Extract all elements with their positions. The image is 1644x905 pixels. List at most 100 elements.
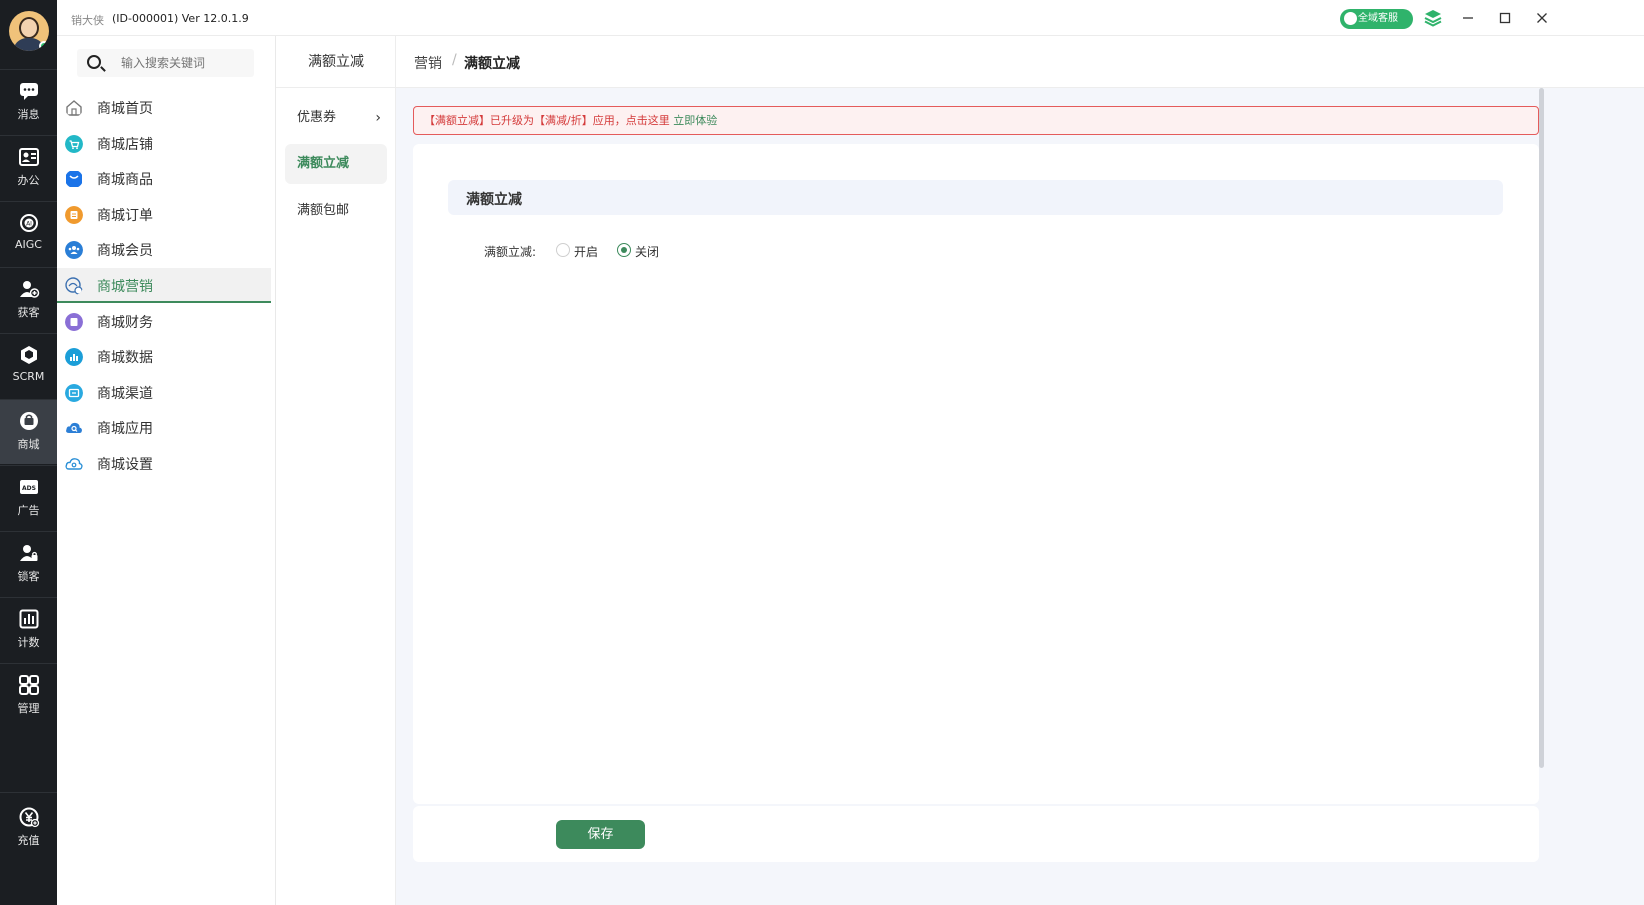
cloud-settings-icon bbox=[65, 458, 83, 470]
save-button[interactable]: 保存 bbox=[556, 820, 645, 849]
avatar-head bbox=[19, 17, 39, 39]
ai-icon: AI bbox=[19, 214, 38, 232]
rail-item-aigc[interactable]: AI AIGC bbox=[0, 202, 57, 266]
marketing-submenu: 满额立减 优惠券 › 满额立减 满额包邮 bbox=[276, 36, 396, 905]
rail-item-count[interactable]: 计数 bbox=[0, 598, 57, 662]
footer-bar: 保存 bbox=[413, 806, 1539, 862]
menu-item-shop-home[interactable]: 商城首页 bbox=[57, 90, 271, 125]
user-lock-icon bbox=[19, 545, 37, 561]
menu-item-shop-marketing[interactable]: 商城营销 bbox=[57, 268, 271, 303]
submenu-item-free-shipping[interactable]: 满额包邮 bbox=[285, 191, 387, 231]
menu-item-shop-finance[interactable]: 商城财务 bbox=[57, 304, 271, 339]
search-input[interactable] bbox=[121, 54, 246, 72]
user-plus-icon bbox=[19, 281, 39, 298]
menu-item-label: 商城设置 bbox=[97, 457, 153, 473]
menu-item-label: 商城商品 bbox=[97, 172, 153, 188]
section-header: 满额立减 bbox=[448, 180, 1503, 215]
menu-item-shop-products[interactable]: 商城商品 bbox=[57, 161, 271, 196]
menu-item-shop-members[interactable]: 商城会员 bbox=[57, 232, 271, 267]
submenu-item-coupons[interactable]: 优惠券 › bbox=[285, 98, 387, 138]
menu-item-label: 商城应用 bbox=[97, 421, 153, 437]
layers-icon[interactable] bbox=[1424, 9, 1442, 27]
home-icon bbox=[66, 100, 82, 116]
yen-icon bbox=[19, 807, 39, 828]
rail-item-label: AIGC bbox=[15, 238, 42, 251]
left-rail: 消息 办公 AI AIGC 获客 SCRM 商城 ADS 广告 锁客 计数 管理… bbox=[0, 0, 57, 905]
menu-item-label: 商城店铺 bbox=[97, 137, 153, 153]
shop-icon bbox=[19, 412, 38, 430]
rail-divider bbox=[0, 792, 57, 793]
breadcrumb: 营销 / 满额立减 bbox=[396, 36, 1644, 88]
contact-card-icon bbox=[18, 148, 39, 166]
bag-icon bbox=[66, 171, 82, 187]
radio-label: 关闭 bbox=[635, 245, 660, 259]
order-icon bbox=[65, 206, 83, 224]
upgrade-notice: 【满额立减】已升级为【满减/折】应用，点击这里 立即体验 bbox=[413, 106, 1539, 135]
version-info: (ID-000001) Ver 12.0.1.9 bbox=[112, 12, 249, 25]
full-reduction-label: 满额立减: bbox=[484, 245, 537, 259]
radio-circle[interactable] bbox=[556, 243, 570, 257]
search-box[interactable] bbox=[77, 49, 254, 77]
svg-text:AI: AI bbox=[26, 221, 32, 228]
app-name: 销大侠 bbox=[71, 14, 104, 27]
rail-item-label: 计数 bbox=[17, 636, 40, 649]
rail-item-recharge[interactable]: 充值 bbox=[0, 796, 57, 860]
online-status-dot bbox=[39, 41, 49, 51]
minimize-icon[interactable] bbox=[1459, 9, 1477, 27]
maximize-icon[interactable] bbox=[1496, 9, 1514, 27]
menu-item-label: 商城营销 bbox=[97, 279, 153, 295]
cart-icon bbox=[65, 135, 83, 153]
rail-item-lock-customer[interactable]: 锁客 bbox=[0, 532, 57, 596]
submenu-item-label: 满额立减 bbox=[297, 156, 350, 171]
menu-item-shop-store[interactable]: 商城店铺 bbox=[57, 126, 271, 161]
submenu-title: 满额立减 bbox=[276, 36, 396, 88]
members-icon bbox=[65, 241, 83, 259]
close-icon[interactable] bbox=[1533, 9, 1551, 27]
submenu-item-label: 优惠券 bbox=[297, 110, 337, 125]
menu-item-label: 商城首页 bbox=[97, 101, 153, 117]
rail-item-manage[interactable]: 管理 bbox=[0, 664, 57, 728]
customer-service-label: 全域客服 bbox=[1358, 13, 1398, 24]
rail-item-ads[interactable]: ADS 广告 bbox=[0, 466, 57, 530]
rail-item-scrm[interactable]: SCRM bbox=[0, 334, 57, 398]
cloud-search-icon bbox=[66, 422, 82, 433]
marketing-icon bbox=[65, 277, 83, 295]
settings-panel: 满额立减 满额立减: 开启 关闭 bbox=[413, 144, 1539, 804]
rail-item-acquire[interactable]: 获客 bbox=[0, 268, 57, 332]
menu-item-shop-data[interactable]: 商城数据 bbox=[57, 339, 271, 374]
rail-item-label: 商城 bbox=[17, 438, 40, 451]
try-now-link[interactable]: 立即体验 bbox=[673, 114, 717, 127]
menu-item-shop-orders[interactable]: 商城订单 bbox=[57, 197, 271, 232]
headset-icon bbox=[1344, 12, 1357, 25]
submenu-item-full-reduction[interactable]: 满额立减 bbox=[285, 144, 387, 184]
menu-item-shop-apps[interactable]: 商城应用 bbox=[57, 410, 271, 445]
chat-icon bbox=[19, 83, 38, 100]
rail-item-shop[interactable]: 商城 bbox=[0, 400, 57, 464]
customer-service-button[interactable]: 全域客服 bbox=[1340, 9, 1413, 29]
chevron-right-icon: › bbox=[375, 110, 381, 126]
rail-item-label: SCRM bbox=[12, 370, 45, 383]
notice-text: 【满额立减】已升级为【满减/折】应用，点击这里 bbox=[424, 114, 674, 127]
rail-item-messages[interactable]: 消息 bbox=[0, 70, 57, 134]
radio-circle[interactable] bbox=[617, 243, 631, 257]
radio-label: 开启 bbox=[574, 245, 599, 259]
svg-text:ADS: ADS bbox=[22, 485, 36, 492]
rail-item-label: 锁客 bbox=[17, 570, 40, 583]
rail-item-office[interactable]: 办公 bbox=[0, 136, 57, 200]
vertical-scrollbar[interactable] bbox=[1539, 88, 1544, 768]
title-bar: 销大侠 (ID-000001) Ver 12.0.1.9 全域客服 bbox=[57, 0, 1644, 36]
menu-item-shop-settings[interactable]: 商城设置 bbox=[57, 446, 271, 481]
breadcrumb-parent[interactable]: 营销 bbox=[414, 53, 442, 73]
cube-icon bbox=[20, 346, 37, 364]
submenu-item-label: 满额包邮 bbox=[297, 203, 350, 218]
main-content: 营销 / 满额立减 【满额立减】已升级为【满减/折】应用，点击这里 立即体验 满… bbox=[396, 36, 1644, 905]
app-window: 消息 办公 AI AIGC 获客 SCRM 商城 ADS 广告 锁客 计数 管理… bbox=[0, 0, 1644, 905]
menu-item-label: 商城订单 bbox=[97, 208, 153, 224]
shop-menu: 商城首页 商城店铺 商城商品 商城订单 商城会员 商城营销 商城财务 商城数据 bbox=[57, 36, 276, 905]
rail-item-label: 办公 bbox=[17, 174, 40, 187]
rail-item-label: 获客 bbox=[17, 306, 40, 319]
rail-item-label: 消息 bbox=[17, 108, 40, 121]
menu-item-label: 商城财务 bbox=[97, 315, 153, 331]
menu-item-shop-channels[interactable]: 商城渠道 bbox=[57, 375, 271, 410]
avatar[interactable] bbox=[9, 11, 49, 51]
